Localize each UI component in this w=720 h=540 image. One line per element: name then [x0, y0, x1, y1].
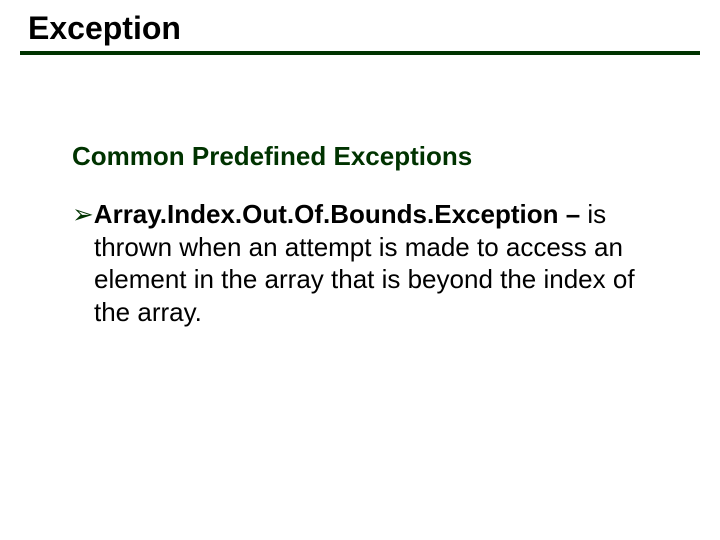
slide: Exception Common Predefined Exceptions ➢… — [0, 0, 720, 540]
exception-name: Array.Index.Out.Of.Bounds.Exception — [94, 199, 559, 229]
bullet-item: ➢Array.Index.Out.Of.Bounds.Exception – i… — [72, 198, 660, 328]
chevron-right-icon: ➢ — [72, 199, 94, 229]
section-subhead: Common Predefined Exceptions — [72, 141, 660, 172]
page-title: Exception — [28, 10, 720, 47]
content-area: Common Predefined Exceptions ➢Array.Inde… — [0, 55, 720, 328]
title-block: Exception — [0, 0, 720, 47]
dash-separator: – — [558, 199, 587, 229]
